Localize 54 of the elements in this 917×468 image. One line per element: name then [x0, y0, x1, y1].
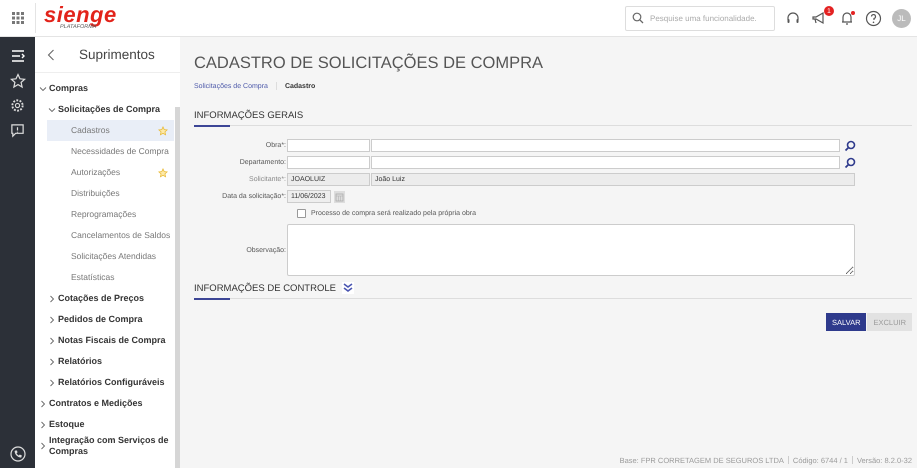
search-icon[interactable] — [844, 156, 856, 168]
settings-icon[interactable] — [10, 98, 25, 113]
menu-group[interactable]: Compras — [35, 78, 174, 99]
description-input[interactable] — [371, 139, 840, 152]
help-icon[interactable] — [865, 10, 882, 26]
chevron-right-icon — [48, 358, 56, 366]
search-icon[interactable] — [844, 140, 856, 152]
search-field[interactable]: Pesquise uma funcionalidade. — [625, 6, 775, 30]
expand-button[interactable] — [342, 282, 354, 294]
star-icon[interactable] — [10, 72, 26, 88]
menu-group[interactable]: Solicitações de Compra — [35, 99, 174, 120]
checkbox[interactable] — [297, 209, 306, 218]
menu-group[interactable]: Relatórios Configuráveis — [35, 372, 174, 393]
menu-icon[interactable] — [10, 48, 26, 64]
search-icon — [632, 12, 644, 24]
menu-group[interactable]: Contratos e Medições — [35, 393, 174, 414]
menu-group[interactable]: Notas Fiscais de Compra — [35, 330, 174, 351]
menu-item[interactable]: Reprogramações — [47, 204, 174, 225]
chevron-right-icon — [39, 400, 47, 408]
chevron-right-icon — [48, 294, 56, 302]
code-input[interactable] — [287, 156, 370, 169]
menu-item[interactable]: Autorizações — [47, 162, 174, 183]
menu-group[interactable]: Integração com Serviços de Compras — [35, 435, 174, 457]
chevron-down-icon — [48, 106, 56, 114]
menu-item[interactable]: Distribuições — [47, 183, 174, 204]
description-input[interactable] — [371, 156, 840, 169]
headset-icon[interactable] — [785, 10, 801, 26]
apps-grid-icon[interactable] — [12, 12, 24, 24]
chevron-right-icon — [48, 336, 56, 344]
menu-item[interactable]: Estatísticas — [47, 267, 174, 288]
section-title: INFORMAÇÕES GERAIS — [194, 110, 304, 121]
chevron-right-icon — [39, 420, 47, 428]
menu-group[interactable]: Cotações de Preços — [35, 288, 174, 309]
menu-item[interactable]: Solicitações Atendidas — [47, 246, 174, 267]
menu-group[interactable]: Relatórios — [35, 351, 174, 372]
chevron-right-icon — [39, 442, 47, 450]
feedback-icon[interactable] — [10, 123, 25, 138]
star-icon[interactable] — [158, 126, 168, 136]
phone-icon[interactable] — [10, 446, 26, 462]
code-input[interactable] — [287, 139, 370, 152]
menu-group[interactable]: Pedidos de Compra — [35, 309, 174, 330]
menu-item[interactable]: Cadastros — [47, 120, 174, 141]
sidebar-title: Suprimentos — [79, 47, 155, 62]
menu-item[interactable]: Necessidades de Compra — [47, 141, 174, 162]
bell-icon[interactable] — [839, 10, 855, 26]
chevron-down-icon — [39, 84, 47, 92]
star-icon[interactable] — [158, 168, 168, 178]
back-icon[interactable] — [47, 48, 55, 60]
section-title: INFORMAÇÕES DE CONTROLE — [194, 282, 336, 294]
page-title: CADASTRO DE SOLICITAÇÕES DE COMPRA — [194, 54, 544, 73]
menu-item[interactable]: Cancelamentos de Saldos — [47, 225, 174, 246]
chevron-right-icon — [48, 378, 56, 386]
chevron-right-icon — [48, 316, 56, 324]
menu-group[interactable]: Estoque — [35, 414, 174, 435]
